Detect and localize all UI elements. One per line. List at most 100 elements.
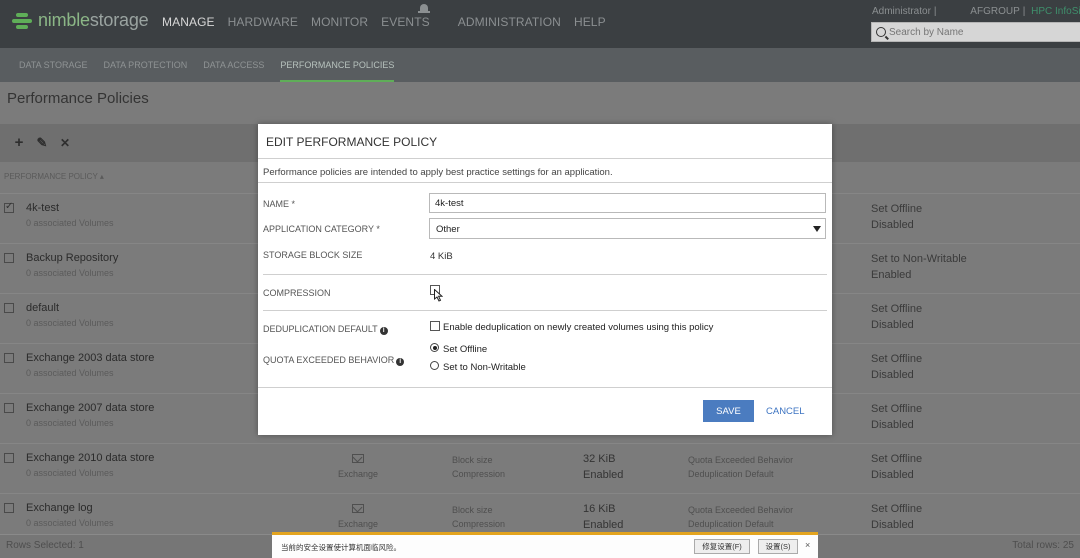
radio-set-non-writable[interactable] [430,361,439,370]
block-size-value: 16 KiB [583,503,616,515]
name-input[interactable] [429,193,826,213]
quota-behavior: Set Offline [871,403,923,415]
policy-volumes: 0 associated Volumes [26,218,114,228]
dropdown-arrow-icon [813,226,821,232]
dedup-default: Disabled [871,219,914,231]
row-checkbox[interactable] [4,403,14,413]
dialog-title: EDIT PERFORMANCE POLICY [266,135,438,149]
policy-name: default [26,302,60,314]
compression-value: Enabled [583,519,624,531]
info-icon[interactable]: i [379,327,388,335]
category-selected: Other [436,224,460,235]
org-name: AFGROUP [970,6,1020,17]
policy-name: Exchange 2010 data store [26,452,155,464]
divider [258,158,832,159]
brand-logo[interactable]: nimblestorage [12,10,149,31]
top-bar: nimblestorage MANAGE HARDWARE MONITOR EV… [0,0,1080,48]
radio-set-non-writable-label[interactable]: Set to Non-Writable [443,362,526,373]
add-icon[interactable]: + [12,135,26,150]
close-icon[interactable]: × [805,540,810,550]
dedup-label: DEDUPLICATION DEFAULT i [263,324,388,335]
policy-name: Exchange log [26,502,93,514]
dedup-checkbox-label[interactable]: Enable deduplication on newly created vo… [443,322,713,333]
dedup-default: Disabled [871,519,914,531]
policy-name: 4k-test [26,202,60,214]
row-checkbox[interactable] [4,353,14,363]
dedup-default-label: Deduplication Default [688,519,774,529]
row-checkbox[interactable] [4,503,14,513]
block-size-value: 4 KiB [430,251,453,262]
policy-volumes: 0 associated Volumes [26,468,114,478]
nav-help[interactable]: HELP [574,15,606,29]
policy-volumes: 0 associated Volumes [26,418,114,428]
search-input[interactable] [889,26,1079,38]
subnav-data-access[interactable]: DATA ACCESS [203,48,264,82]
block-size-label: Block size [452,505,493,515]
user-area: Administrator| AFGROUP| HPC InfoSight [872,6,1080,17]
policy-volumes: 0 associated Volumes [26,518,114,528]
divider [258,182,832,183]
divider [263,310,827,311]
policy-volumes: 0 associated Volumes [26,318,114,328]
search-box [871,22,1080,42]
column-header-policy[interactable]: PERFORMANCE POLICY ▴ [4,172,104,181]
save-button[interactable]: SAVE [703,400,754,422]
dedup-default-label: Deduplication Default [688,469,774,479]
quota-behavior: Set Offline [871,453,923,465]
quota-behavior: Set Offline [871,303,923,315]
search-icon [876,27,886,37]
app-category: Exchange [338,519,379,529]
bell-icon[interactable] [418,4,430,16]
fix-settings-button[interactable]: 修复设置(F) [694,539,750,554]
policy-name: Backup Repository [26,252,119,264]
row-checkbox[interactable] [4,453,14,463]
dedup-default: Disabled [871,319,914,331]
quota-behavior: Set to Non-Writable [871,253,967,265]
nav-manage[interactable]: MANAGE [162,15,215,29]
mail-icon [352,454,364,463]
info-icon[interactable]: i [396,358,405,366]
nav-monitor[interactable]: MONITOR [311,15,368,29]
compression-value: Enabled [583,469,624,481]
app-category: Exchange [338,469,379,479]
quota-label: QUOTA EXCEEDED BEHAVIOR i [263,355,405,366]
edit-icon[interactable]: ✎ [35,136,49,150]
name-label: NAME * [263,199,296,209]
row-checkbox[interactable] [4,303,14,313]
quota-behavior: Set Offline [871,353,923,365]
nimble-logo-icon [12,12,34,30]
quota-behavior-label: Quota Exceeded Behavior [688,505,794,515]
block-size-label: Block size [452,455,493,465]
divider [263,274,827,275]
infosight-link[interactable]: HPC InfoSight [1031,6,1080,17]
dialog-description: Performance policies are intended to app… [263,167,613,178]
subnav-performance-policies[interactable]: PERFORMANCE POLICIES [280,48,395,82]
table-row[interactable]: Exchange 2010 data store 0 associated Vo… [0,443,1080,493]
settings-button[interactable]: 设置(S) [758,539,798,554]
subnav-data-storage[interactable]: DATA STORAGE [19,48,88,82]
rows-selected: Rows Selected: 1 [6,540,84,551]
delete-icon[interactable]: ✕ [58,136,72,150]
policy-volumes: 0 associated Volumes [26,368,114,378]
radio-set-offline[interactable] [430,343,439,352]
dedup-default: Disabled [871,369,914,381]
total-rows: Total rows: 25 [1012,540,1074,551]
dedup-default: Enabled [871,269,912,281]
dedup-default: Disabled [871,419,914,431]
policy-name: Exchange 2003 data store [26,352,155,364]
category-select[interactable]: Other [429,218,826,239]
row-checkbox[interactable] [4,253,14,263]
row-checkbox[interactable] [4,201,14,213]
security-notification-bar: 当前的安全设置使计算机面临风险。 修复设置(F) 设置(S) × [272,532,818,558]
nav-hardware[interactable]: HARDWARE [228,15,298,29]
user-name[interactable]: Administrator [872,6,931,17]
compression-label: COMPRESSION [263,288,331,298]
cancel-button[interactable]: CANCEL [766,406,805,417]
nav-events[interactable]: EVENTS [381,15,430,29]
security-message: 当前的安全设置使计算机面临风险。 [281,543,401,552]
policy-volumes: 0 associated Volumes [26,268,114,278]
subnav-data-protection[interactable]: DATA PROTECTION [104,48,188,82]
radio-set-offline-label[interactable]: Set Offline [443,344,487,355]
dedup-checkbox[interactable] [430,321,440,331]
nav-administration[interactable]: ADMINISTRATION [458,15,561,29]
